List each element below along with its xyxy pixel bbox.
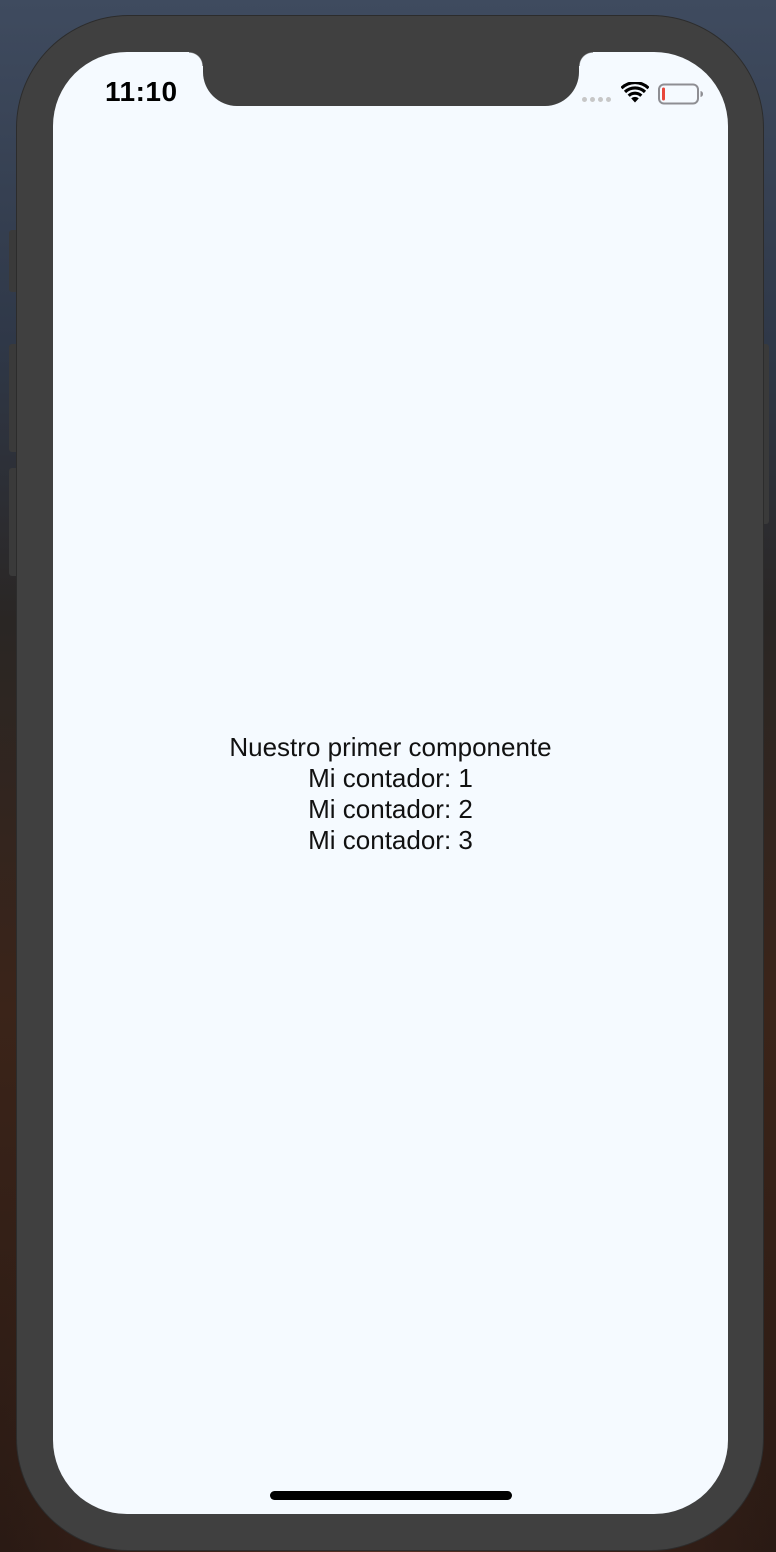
component-title: Nuestro primer componente: [229, 732, 552, 762]
main-content: Nuestro primer componente Mi contador: 1…: [53, 52, 728, 1514]
counter-text: Mi contador: 2: [308, 794, 473, 824]
device-screen: 11:10 Nuestro primer componente Mi conta…: [53, 52, 728, 1514]
home-indicator[interactable]: [270, 1491, 512, 1500]
counter-text: Mi contador: 1: [308, 763, 473, 793]
counter-text: Mi contador: 3: [308, 825, 473, 855]
